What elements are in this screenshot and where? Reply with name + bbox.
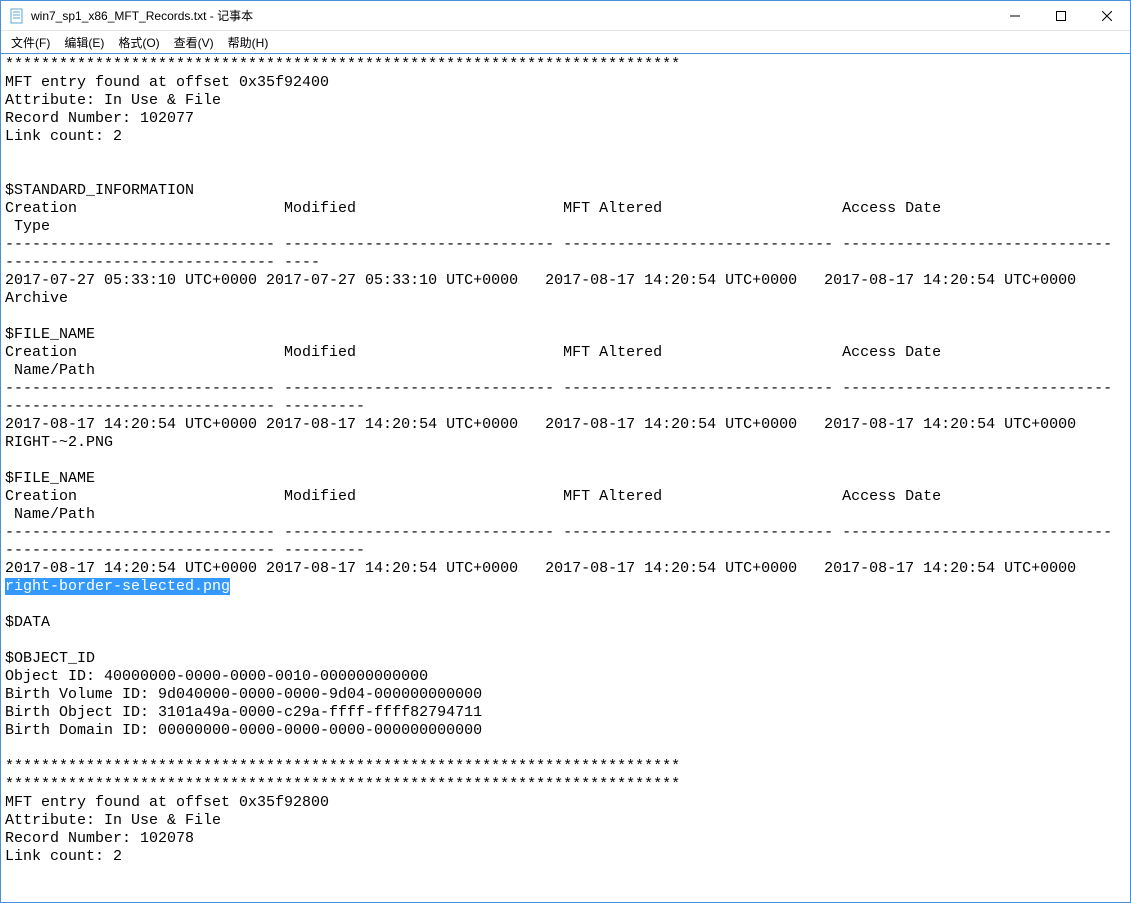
text-line: Record Number: 102077 [5, 110, 194, 127]
text-line: ****************************************… [5, 776, 680, 793]
text-line: MFT entry found at offset 0x35f92800 [5, 794, 329, 811]
text-line: 2017-08-17 14:20:54 UTC+0000 2017-08-17 … [5, 560, 1076, 577]
text-line: $OBJECT_ID [5, 650, 95, 667]
maximize-button[interactable] [1038, 1, 1084, 30]
text-line: $STANDARD_INFORMATION [5, 182, 194, 199]
text-line: Birth Object ID: 3101a49a-0000-c29a-ffff… [5, 704, 482, 721]
text-line: $FILE_NAME [5, 326, 95, 343]
text-line: Creation Modified MFT Altered Access Dat… [5, 344, 941, 361]
text-line: RIGHT-~2.PNG [5, 434, 113, 451]
text-line: ****************************************… [5, 56, 680, 73]
text-line: Birth Domain ID: 00000000-0000-0000-0000… [5, 722, 482, 739]
text-line: $FILE_NAME [5, 470, 95, 487]
text-line: Creation Modified MFT Altered Access Dat… [5, 200, 941, 217]
text-line: 2017-08-17 14:20:54 UTC+0000 2017-08-17 … [5, 416, 1076, 433]
text-line: ------------------------------ ---------… [5, 380, 1112, 397]
minimize-button[interactable] [992, 1, 1038, 30]
text-area[interactable]: ****************************************… [1, 54, 1130, 902]
titlebar[interactable]: win7_sp1_x86_MFT_Records.txt - 记事本 [1, 1, 1130, 31]
content-wrapper: ****************************************… [1, 53, 1130, 902]
menu-format[interactable]: 格式(O) [112, 32, 165, 53]
text-line: ------------------------------ --------- [5, 398, 365, 415]
menu-help[interactable]: 帮助(H) [222, 32, 275, 53]
text-line: ------------------------------ ---------… [5, 236, 1112, 253]
menu-file[interactable]: 文件(F) [5, 32, 56, 53]
selected-text: right-border-selected.png [5, 578, 230, 595]
text-line: Object ID: 40000000-0000-0000-0010-00000… [5, 668, 428, 685]
notepad-window: win7_sp1_x86_MFT_Records.txt - 记事本 文件(F)… [0, 0, 1131, 903]
text-line: $DATA [5, 614, 50, 631]
text-line: ------------------------------ ---------… [5, 524, 1112, 541]
text-line: Link count: 2 [5, 128, 122, 145]
text-line: ****************************************… [5, 758, 680, 775]
text-line: Attribute: In Use & File [5, 92, 221, 109]
text-line: Birth Volume ID: 9d040000-0000-0000-9d04… [5, 686, 482, 703]
window-title: win7_sp1_x86_MFT_Records.txt - 记事本 [31, 7, 992, 24]
text-line: Record Number: 102078 [5, 830, 194, 847]
text-line: ------------------------------ ---- [5, 254, 320, 271]
text-line: Creation Modified MFT Altered Access Dat… [5, 488, 941, 505]
text-line: Attribute: In Use & File [5, 812, 221, 829]
close-button[interactable] [1084, 1, 1130, 30]
menu-edit[interactable]: 编辑(E) [58, 32, 110, 53]
text-line: Link count: 2 [5, 848, 122, 865]
text-line: 2017-07-27 05:33:10 UTC+0000 2017-07-27 … [5, 272, 1076, 289]
menu-view[interactable]: 查看(V) [168, 32, 220, 53]
text-line: MFT entry found at offset 0x35f92400 [5, 74, 329, 91]
window-controls [992, 1, 1130, 30]
notepad-icon [9, 8, 25, 24]
menubar: 文件(F) 编辑(E) 格式(O) 查看(V) 帮助(H) [1, 31, 1130, 53]
text-line: Name/Path [5, 362, 95, 379]
text-line: Name/Path [5, 506, 95, 523]
text-line: Archive [5, 290, 68, 307]
text-line: ------------------------------ --------- [5, 542, 365, 559]
text-line: Type [5, 218, 50, 235]
